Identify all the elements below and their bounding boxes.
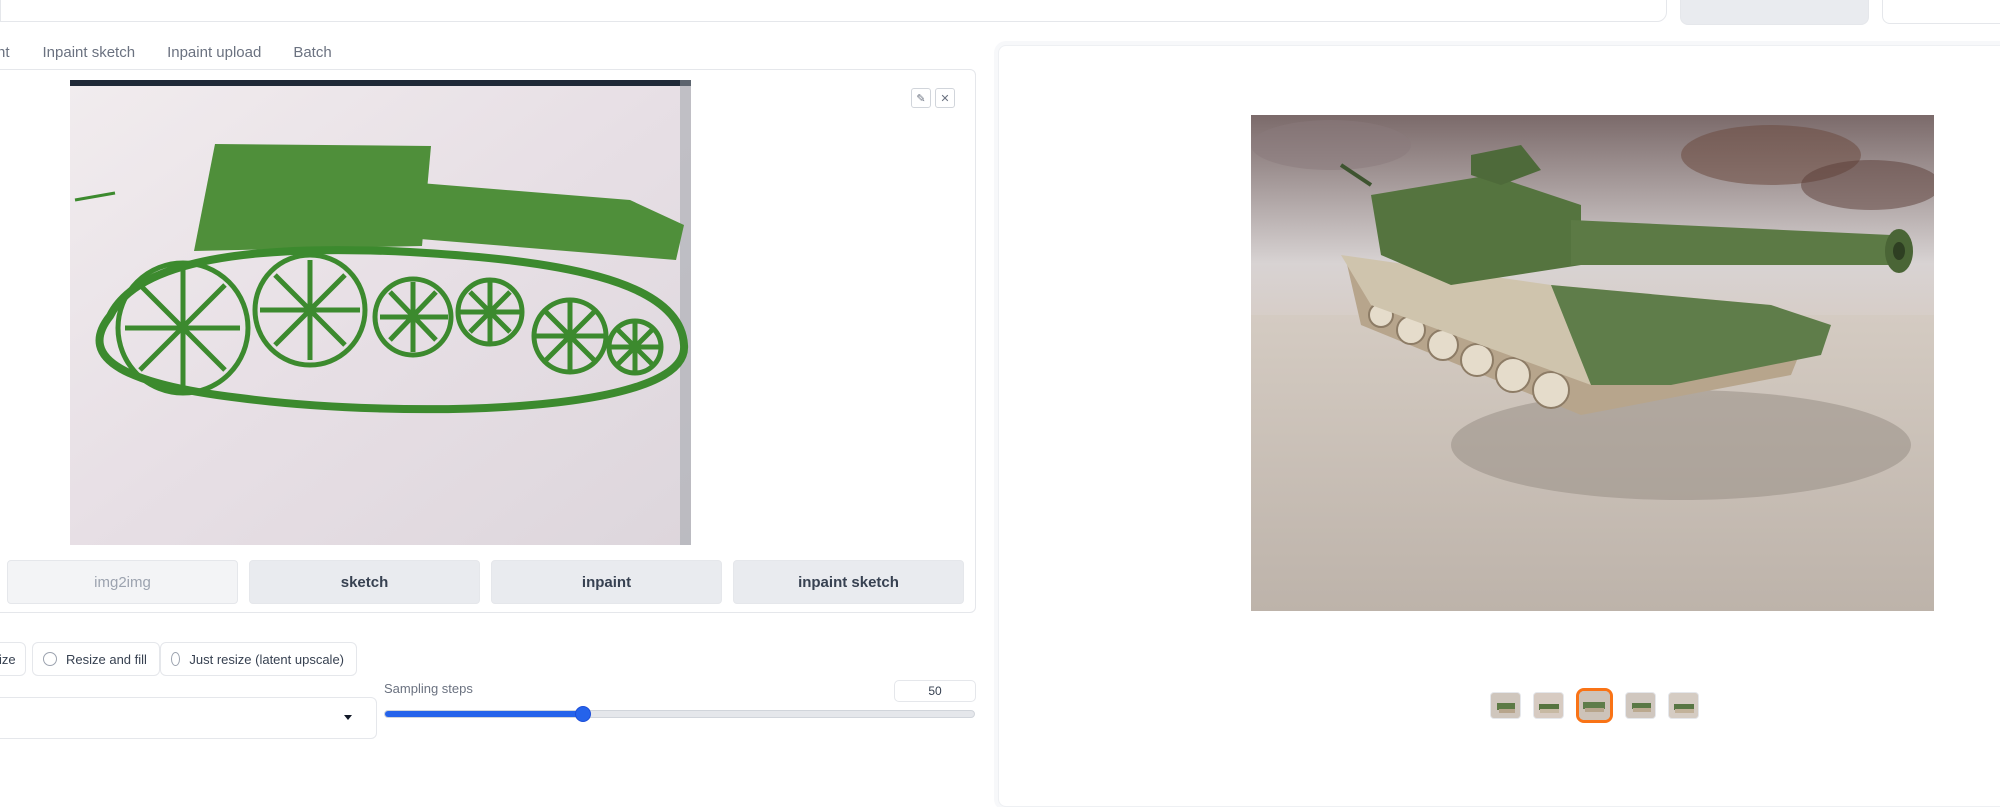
gallery-thumbnail[interactable] (1490, 692, 1521, 719)
radio-just-resize-latent-label: Just resize (latent upscale) (189, 651, 344, 667)
mode-sketch-button[interactable]: sketch (249, 560, 480, 604)
pencil-icon[interactable]: ✎ (911, 88, 931, 108)
gallery-thumbnail[interactable] (1625, 692, 1656, 719)
top-button[interactable] (1680, 0, 1869, 25)
top-right-field[interactable] (1882, 0, 2000, 24)
gallery-thumbnails (1490, 688, 1711, 723)
mode-img2img-button[interactable]: img2img (7, 560, 238, 604)
sampling-steps-label: Sampling steps (384, 681, 473, 696)
radio-circle (171, 652, 181, 666)
sampling-steps-input[interactable]: 50 (894, 680, 976, 702)
img2img-tabs: nt Inpaint sketch Inpaint upload Batch (0, 44, 364, 68)
radio-resize-and-fill-label: Resize and fill (66, 651, 147, 667)
close-icon[interactable]: ✕ (935, 88, 955, 108)
radio-resize-label: ize (0, 651, 16, 667)
mode-inpaint-sketch-button[interactable]: inpaint sketch (733, 560, 964, 604)
tab-inpaint[interactable]: nt (0, 44, 10, 68)
tab-inpaint-upload[interactable]: Inpaint upload (167, 44, 261, 68)
sketch-canvas-image[interactable] (70, 80, 691, 545)
radio-just-resize-latent[interactable]: Just resize (latent upscale) (160, 642, 357, 676)
radio-resize-and-fill[interactable]: Resize and fill (32, 642, 160, 676)
top-text-field[interactable] (0, 0, 1667, 22)
gallery-thumbnail[interactable] (1533, 692, 1564, 719)
mode-inpaint-button[interactable]: inpaint (491, 560, 722, 604)
tab-inpaint-sketch[interactable]: Inpaint sketch (43, 44, 136, 68)
radio-resize[interactable]: ize (0, 642, 26, 676)
generated-tank-image[interactable] (1251, 115, 1934, 611)
tab-batch[interactable]: Batch (293, 44, 331, 68)
caret-down-icon (344, 715, 352, 720)
gallery-thumbnail[interactable] (1668, 692, 1699, 719)
slider-fill (385, 711, 583, 717)
gallery-thumbnail-selected[interactable] (1576, 688, 1613, 723)
radio-circle (43, 652, 57, 666)
sampler-dropdown[interactable] (0, 697, 377, 739)
sampling-steps-slider[interactable] (384, 706, 975, 722)
slider-thumb[interactable] (574, 706, 591, 722)
